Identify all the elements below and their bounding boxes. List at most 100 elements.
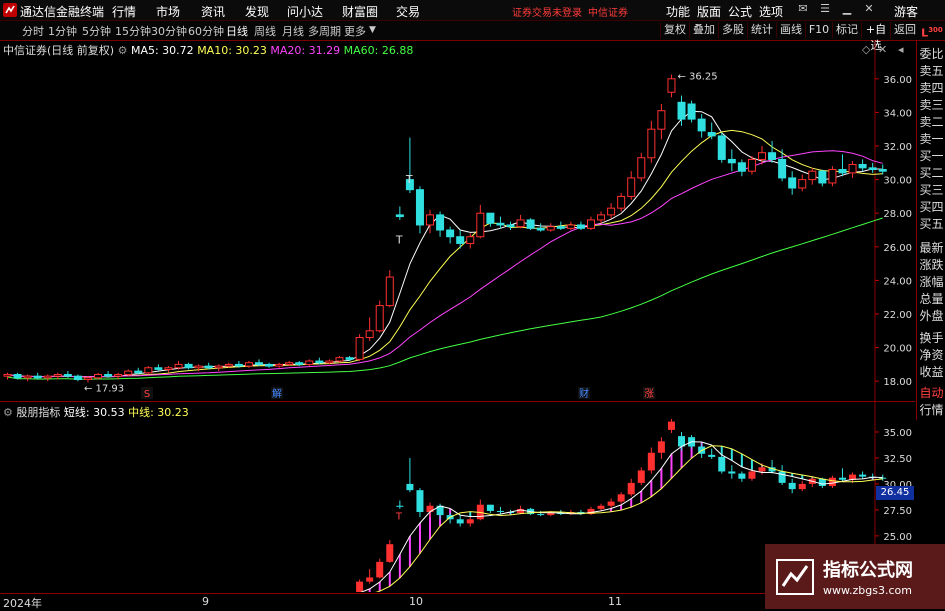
menu-layout[interactable]: 版面	[697, 3, 721, 20]
candle-body[interactable]	[506, 224, 515, 228]
candle-body[interactable]	[204, 365, 213, 369]
candle-body[interactable]	[476, 212, 485, 238]
candle-body[interactable]	[244, 362, 253, 367]
event-mark-label[interactable]: S	[144, 389, 150, 400]
candle-body[interactable]	[184, 363, 193, 369]
side-item-net-asset[interactable]: 净资	[917, 347, 945, 364]
period-more[interactable]: 更多	[344, 23, 366, 39]
main-kline-panel[interactable]: 36.00 34.00 32.00 30.00 28.00 26.00 24.00 22.00…	[0, 40, 915, 401]
candle-body[interactable]	[566, 224, 575, 229]
menu-market[interactable]: 市场	[156, 3, 180, 20]
guest-label[interactable]: 游客	[894, 3, 918, 20]
candle-body[interactable]	[607, 207, 616, 216]
candle-body[interactable]	[265, 363, 274, 367]
side-item-buy1[interactable]: 买一	[917, 148, 945, 165]
candle-body[interactable]	[335, 357, 344, 362]
menu-function[interactable]: 功能	[666, 3, 690, 20]
candle-body[interactable]	[647, 128, 656, 159]
candle-body[interactable]	[124, 370, 133, 375]
candle-body[interactable]	[3, 373, 12, 377]
side-item-auto[interactable]: 自动	[917, 385, 945, 402]
candle-body[interactable]	[23, 375, 32, 379]
candle-body[interactable]	[144, 367, 153, 374]
diamond-icon[interactable]: ◇	[862, 43, 870, 56]
candle-body[interactable]	[627, 177, 636, 197]
candle-body[interactable]	[104, 373, 113, 377]
candle-body[interactable]	[758, 152, 766, 160]
candle-body[interactable]	[667, 78, 676, 93]
candle-body[interactable]	[456, 236, 465, 244]
candle-body[interactable]	[788, 177, 797, 189]
candle-body[interactable]	[717, 135, 726, 160]
candle-body[interactable]	[33, 375, 42, 379]
side-item-volume[interactable]: 总量	[917, 291, 945, 308]
side-item-outer[interactable]: 外盘	[917, 308, 945, 325]
candle-body[interactable]	[657, 110, 666, 130]
side-item-latest[interactable]: 最新	[917, 240, 945, 257]
multi-stock-button[interactable]: 多股	[718, 22, 747, 38]
candle-body[interactable]	[305, 360, 314, 365]
menu-discover[interactable]: 发现	[245, 3, 269, 20]
side-item-buy4[interactable]: 买四	[917, 199, 945, 216]
side-item-quote[interactable]: 行情	[917, 402, 945, 419]
candle-body[interactable]	[365, 330, 374, 339]
add-watchlist-button[interactable]: +自选	[861, 22, 890, 52]
candle-body[interactable]	[345, 357, 354, 360]
chevron-down-icon[interactable]: ▼	[369, 25, 376, 35]
side-item-sell4[interactable]: 卖四	[917, 80, 945, 97]
candle-body[interactable]	[778, 158, 787, 179]
candle-body[interactable]	[466, 236, 475, 244]
candle-body[interactable]	[727, 158, 736, 164]
candle-body[interactable]	[516, 219, 525, 228]
candle-body[interactable]	[526, 219, 535, 229]
side-item-turnover[interactable]: 换手	[917, 330, 945, 347]
candle-body[interactable]	[597, 214, 606, 221]
period-monthly[interactable]: 月线	[282, 23, 304, 39]
candle-body[interactable]	[174, 363, 183, 369]
candle-body[interactable]	[828, 169, 837, 184]
menu-trade[interactable]: 交易	[396, 3, 420, 20]
back-button[interactable]: 返回	[890, 22, 919, 38]
menu-ask[interactable]: 问小达	[287, 3, 323, 20]
candle-body[interactable]	[325, 360, 334, 364]
candle-body[interactable]	[818, 170, 827, 184]
settings-icon[interactable]: ⚙	[118, 44, 128, 57]
statistics-button[interactable]: 统计	[747, 22, 776, 38]
candle-body[interactable]	[164, 367, 173, 370]
candle-body[interactable]	[808, 170, 817, 181]
candle-body[interactable]	[154, 367, 163, 370]
f10-button[interactable]: F10	[805, 22, 832, 38]
period-5min[interactable]: 5分钟	[82, 23, 111, 39]
candle-body[interactable]	[295, 362, 304, 365]
draw-line-button[interactable]: 画线	[776, 22, 805, 38]
candle-body[interactable]	[275, 363, 284, 367]
candle-body[interactable]	[697, 118, 706, 132]
side-item-buy3[interactable]: 买三	[917, 182, 945, 199]
adjust-button[interactable]: 复权	[660, 22, 689, 38]
candle-body[interactable]	[737, 162, 746, 172]
menu-formula[interactable]: 公式	[728, 3, 752, 20]
candle-body[interactable]	[194, 365, 203, 369]
side-item-buy2[interactable]: 买二	[917, 165, 945, 182]
candle-body[interactable]	[486, 212, 495, 224]
candle-body[interactable]	[94, 373, 103, 379]
side-item-weibi[interactable]: 委比	[917, 46, 945, 63]
candle-body[interactable]	[83, 377, 92, 381]
candle-body[interactable]	[53, 373, 62, 377]
overlay-button[interactable]: 叠加	[689, 22, 718, 38]
candle-body[interactable]	[375, 305, 384, 332]
candle-body[interactable]	[536, 227, 545, 231]
candle-body[interactable]	[426, 214, 435, 226]
menu-news[interactable]: 资讯	[201, 3, 225, 20]
candle-body[interactable]	[436, 214, 445, 231]
minimize-icon[interactable]: ▁	[840, 2, 854, 16]
period-60min[interactable]: 60分钟	[188, 23, 224, 39]
event-mark-label[interactable]: 解	[272, 387, 282, 400]
candle-body[interactable]	[677, 101, 686, 120]
candle-body[interactable]	[385, 276, 394, 307]
side-item-change-pct[interactable]: 涨幅	[917, 274, 945, 291]
candle-body[interactable]	[617, 195, 626, 209]
period-intraday[interactable]: 分时	[22, 23, 44, 39]
event-mark-label[interactable]: 财	[579, 387, 589, 400]
menu-options[interactable]: 选项	[759, 3, 783, 20]
